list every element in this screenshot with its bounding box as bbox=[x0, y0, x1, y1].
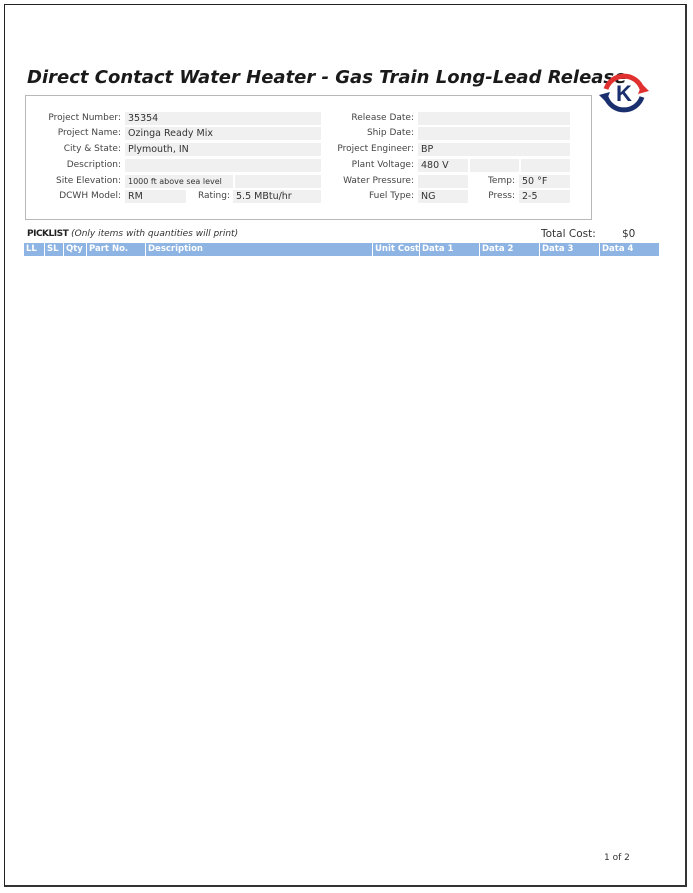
column-header-ll[interactable]: LL bbox=[24, 243, 44, 256]
project-name-field[interactable]: Ozinga Ready Mix bbox=[125, 127, 321, 140]
water-pressure-field[interactable] bbox=[418, 175, 468, 188]
plant-voltage-extra-field-1[interactable] bbox=[470, 159, 519, 172]
column-header-sl[interactable]: SL bbox=[44, 243, 63, 256]
city-state-label: City & State: bbox=[63, 144, 121, 154]
column-header-data-2[interactable]: Data 2 bbox=[479, 243, 539, 256]
total-cost-label: Total Cost: bbox=[541, 228, 596, 240]
dcwh-model-label: DCWH Model: bbox=[59, 191, 121, 201]
plant-voltage-field[interactable]: 480 V bbox=[418, 159, 468, 172]
project-engineer-field[interactable]: BP bbox=[418, 143, 570, 156]
site-elevation-field[interactable]: 1000 ft above sea level bbox=[125, 175, 233, 188]
site-elevation-label: Site Elevation: bbox=[56, 176, 121, 186]
rating-label: Rating: bbox=[197, 191, 230, 201]
project-name-label: Project Name: bbox=[57, 128, 121, 138]
ship-date-label: Ship Date: bbox=[366, 128, 414, 138]
dcwh-model-field[interactable]: RM bbox=[125, 190, 186, 203]
plant-voltage-extra-field-2[interactable] bbox=[521, 159, 570, 172]
picklist-heading: PICKLIST (Only items with quantities wil… bbox=[27, 229, 238, 239]
description-label: Description: bbox=[66, 160, 121, 170]
temp-field[interactable]: 50 °F bbox=[519, 175, 570, 188]
plant-voltage-label: Plant Voltage: bbox=[351, 160, 414, 170]
description-field[interactable] bbox=[125, 159, 321, 172]
release-date-label: Release Date: bbox=[351, 113, 414, 123]
page-number: 1 of 2 bbox=[604, 853, 630, 863]
release-date-field[interactable] bbox=[418, 112, 570, 125]
column-header-data-4[interactable]: Data 4 bbox=[599, 243, 659, 256]
picklist-title: PICKLIST bbox=[27, 229, 69, 239]
column-header-data-3[interactable]: Data 3 bbox=[539, 243, 599, 256]
logo-letter: K bbox=[616, 81, 632, 106]
column-header-part-no[interactable]: Part No. bbox=[86, 243, 145, 256]
column-header-data-1[interactable]: Data 1 bbox=[419, 243, 479, 256]
fuel-type-label: Fuel Type: bbox=[369, 191, 414, 201]
project-number-field[interactable]: 35354 bbox=[125, 112, 321, 125]
document-title: Direct Contact Water Heater - Gas Train … bbox=[27, 67, 627, 88]
project-engineer-label: Project Engineer: bbox=[337, 144, 414, 154]
press-label: Press: bbox=[488, 191, 515, 201]
column-header-description[interactable]: Description bbox=[145, 243, 372, 256]
water-pressure-label: Water Pressure: bbox=[343, 176, 414, 186]
picklist-note: (Only items with quantities will print) bbox=[71, 229, 239, 239]
temp-label: Temp: bbox=[487, 176, 515, 186]
column-header-unit-cost[interactable]: Unit Cost bbox=[372, 243, 419, 256]
rating-field[interactable]: 5.5 MBtu/hr bbox=[233, 190, 321, 203]
press-field[interactable]: 2-5 bbox=[519, 190, 570, 203]
fuel-type-field[interactable]: NG bbox=[418, 190, 468, 203]
ship-date-field[interactable] bbox=[418, 127, 570, 140]
project-number-label: Project Number: bbox=[48, 113, 121, 123]
column-header-qty[interactable]: Qty bbox=[63, 243, 86, 256]
city-state-field[interactable]: Plymouth, IN bbox=[125, 143, 321, 156]
total-cost-value: $0 bbox=[622, 228, 636, 240]
site-elevation-extra-field[interactable] bbox=[235, 175, 321, 188]
picklist-table-header: LL SL Qty Part No. Description Unit Cost… bbox=[24, 243, 659, 256]
company-logo-icon: K bbox=[599, 73, 649, 113]
